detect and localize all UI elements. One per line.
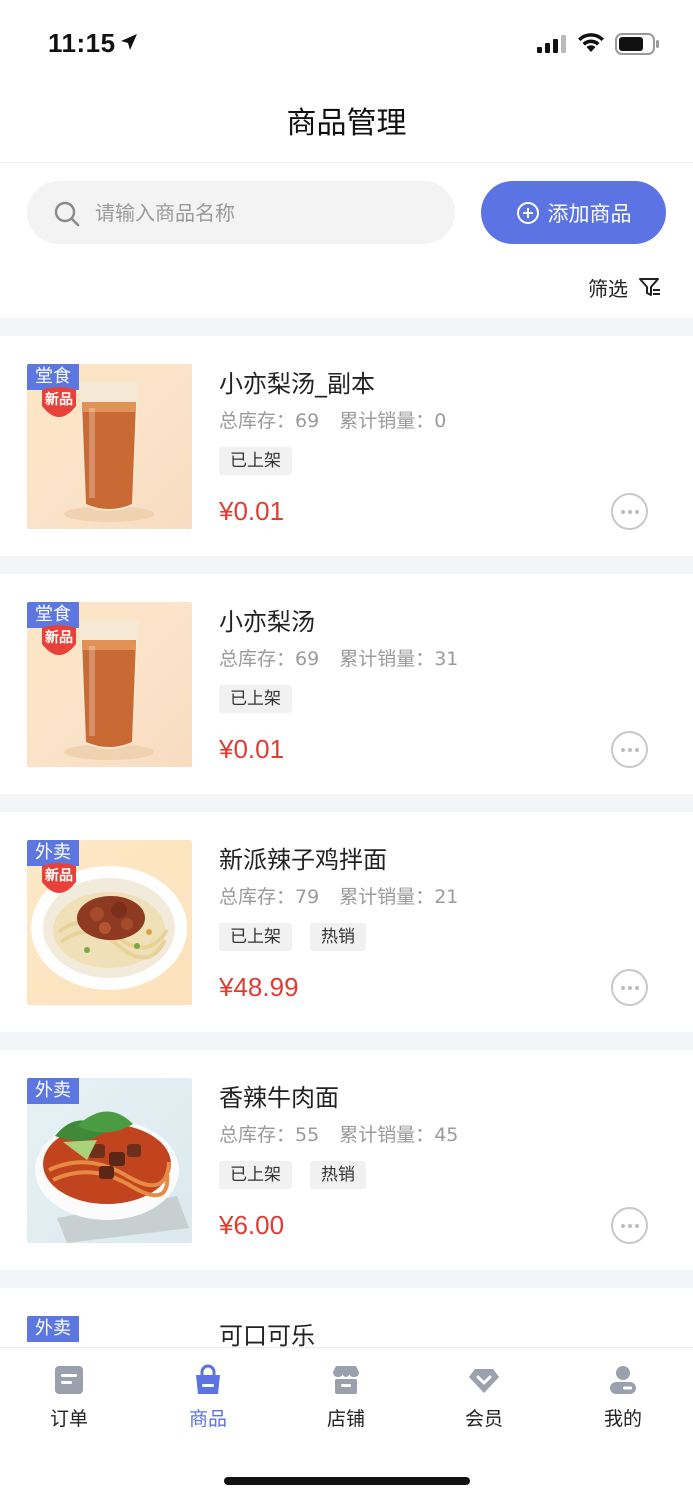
search-icon (54, 201, 80, 227)
product-card[interactable]: 外卖 香辣牛肉面 总库存：55 累计销量：45 已上架 热销 ¥6.00 (0, 1050, 693, 1270)
tab-store[interactable]: 店铺 (296, 1364, 396, 1434)
product-price: ¥6.00 (219, 1210, 285, 1240)
sales-count: 累计销量：31 (339, 648, 459, 670)
header-divider (0, 162, 693, 163)
more-dot (635, 510, 639, 514)
sales-count: 累计销量：21 (339, 886, 459, 908)
more-dot (621, 748, 625, 752)
more-dot (635, 1224, 639, 1228)
service-type-tag: 外卖 (27, 1316, 79, 1342)
more-options-button[interactable] (611, 493, 648, 530)
tab-label: 商品 (188, 1408, 227, 1430)
tab-products[interactable]: 商品 (158, 1364, 258, 1434)
store-icon (333, 1366, 359, 1394)
status-chip: 已上架 (219, 685, 292, 713)
bag-icon (196, 1364, 220, 1394)
product-card[interactable]: 堂食 新品 小亦梨汤 总库存：69 累计销量：31 已上架 ¥0.01 (0, 574, 693, 794)
more-dot (635, 986, 639, 990)
user-icon (610, 1366, 636, 1394)
cellular-signal-icon (537, 35, 566, 53)
tab-mine[interactable]: 我的 (573, 1364, 673, 1434)
product-price: ¥48.99 (219, 972, 299, 1002)
product-card[interactable]: 外卖 可口可乐 (0, 1288, 693, 1347)
status-chip: 已上架 (219, 923, 292, 951)
more-options-button[interactable] (611, 969, 648, 1006)
plus-circle-icon (516, 201, 539, 224)
more-dot (628, 510, 632, 514)
more-options-button[interactable] (611, 731, 648, 768)
product-stats: 总库存：69 累计销量：0 (219, 406, 446, 433)
stock-count: 总库存：69 (219, 410, 320, 432)
new-badge-label: 新品 (45, 868, 73, 884)
more-dot (635, 748, 639, 752)
product-stats: 总库存：55 累计销量：45 (219, 1120, 458, 1147)
battery-icon (615, 33, 659, 55)
stock-count: 总库存：55 (219, 1124, 320, 1146)
stock-count: 总库存：69 (219, 648, 320, 670)
more-dot (628, 986, 632, 990)
tab-orders[interactable]: 订单 (19, 1364, 119, 1434)
product-name: 小亦梨汤_副本 (219, 370, 375, 398)
filter-icon (639, 278, 660, 296)
product-price: ¥0.01 (219, 496, 285, 526)
more-dot (621, 986, 625, 990)
hot-sale-chip: 热销 (310, 1161, 366, 1189)
status-bar: 11:15 (0, 0, 693, 90)
tab-label: 订单 (49, 1408, 88, 1430)
location-arrow-icon (121, 34, 137, 50)
product-name: 香辣牛肉面 (219, 1084, 339, 1112)
product-stats: 总库存：69 累计销量：31 (219, 644, 458, 671)
product-image[interactable]: 外卖 (27, 1078, 192, 1243)
filter-button[interactable]: 筛选 (588, 272, 662, 302)
status-chip: 已上架 (219, 447, 292, 475)
more-dot (628, 748, 632, 752)
order-icon (55, 1366, 83, 1394)
wifi-icon (578, 33, 604, 52)
tab-label: 店铺 (326, 1408, 365, 1430)
hot-sale-chip: 热销 (310, 923, 366, 951)
add-product-button[interactable]: 添加商品 (481, 181, 666, 244)
search-bar[interactable] (27, 181, 455, 244)
product-card[interactable]: 外卖 新品 新派辣子鸡拌面 总库存：79 累计销量：21 已上架 热销 ¥48.… (0, 812, 693, 1032)
more-dot (621, 510, 625, 514)
stock-count: 总库存：79 (219, 886, 320, 908)
sales-count: 累计销量：45 (339, 1124, 459, 1146)
tab-label: 我的 (603, 1408, 642, 1430)
product-image[interactable]: 堂食 新品 (27, 364, 192, 529)
product-card[interactable]: 堂食 新品 小亦梨汤_副本 总库存：69 累计销量：0 已上架 ¥0.01 (0, 336, 693, 556)
page-title: 商品管理 (286, 106, 407, 141)
new-badge-label: 新品 (45, 630, 73, 646)
product-stats: 总库存：79 累计销量：21 (219, 882, 458, 909)
product-price: ¥0.01 (219, 734, 285, 764)
product-image[interactable]: 外卖 新品 (27, 840, 192, 1005)
product-name: 可口可乐 (219, 1322, 315, 1347)
product-name: 小亦梨汤 (219, 608, 315, 636)
status-tags: 已上架 热销 (219, 923, 366, 951)
diamond-icon (469, 1369, 499, 1393)
search-input[interactable] (95, 181, 435, 244)
status-time: 11:15 (48, 28, 116, 58)
filter-label: 筛选 (588, 276, 628, 301)
service-type-tag: 外卖 (27, 1078, 79, 1104)
product-image[interactable]: 外卖 (27, 1316, 192, 1347)
status-tags: 已上架 (219, 447, 292, 475)
status-tags: 已上架 (219, 685, 292, 713)
product-list[interactable]: 堂食 新品 小亦梨汤_副本 总库存：69 累计销量：0 已上架 ¥0.01 堂食… (0, 318, 693, 1347)
more-dot (628, 1224, 632, 1228)
product-name: 新派辣子鸡拌面 (219, 846, 387, 874)
more-dot (621, 1224, 625, 1228)
add-product-label: 添加商品 (547, 201, 632, 226)
status-tags: 已上架 热销 (219, 1161, 366, 1189)
sales-count: 累计销量：0 (339, 410, 447, 432)
more-options-button[interactable] (611, 1207, 648, 1244)
tab-members[interactable]: 会员 (434, 1364, 534, 1434)
home-indicator (224, 1477, 470, 1485)
status-chip: 已上架 (219, 1161, 292, 1189)
tab-label: 会员 (464, 1408, 503, 1430)
new-badge-label: 新品 (45, 392, 73, 408)
product-image[interactable]: 堂食 新品 (27, 602, 192, 767)
bottom-tab-bar: 订单 商品 店铺 会员 我的 (0, 1347, 693, 1500)
